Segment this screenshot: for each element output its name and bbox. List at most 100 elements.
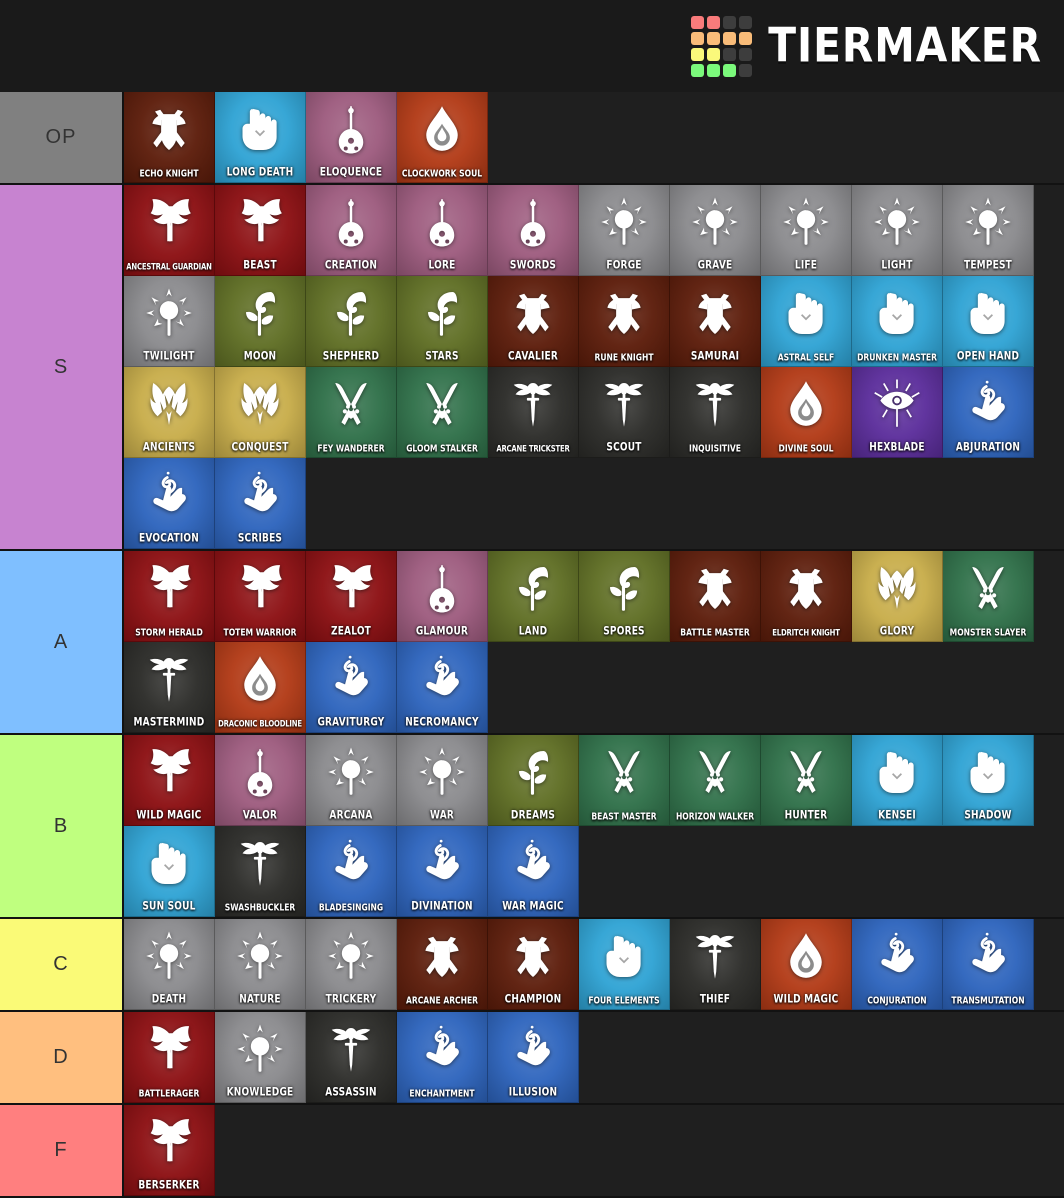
- tier-items-c[interactable]: Death Nature Trickery Arcane Archer Champion…: [124, 919, 1064, 1010]
- tier-label-op[interactable]: OP: [0, 92, 124, 183]
- tier-item-tile[interactable]: Beast Master: [579, 735, 670, 826]
- tier-items-d[interactable]: Battlerager Knowledge Assassin Enchantment I…: [124, 1012, 1064, 1103]
- tier-items-a[interactable]: Storm Herald Totem Warrior Zealot Glamour La…: [124, 551, 1064, 733]
- tier-item-tile[interactable]: Clockwork Soul: [397, 92, 488, 183]
- tier-item-tile[interactable]: Four Elements: [579, 919, 670, 1010]
- tier-label-s[interactable]: S: [0, 185, 124, 549]
- tier-item-tile[interactable]: Hexblade: [852, 367, 943, 458]
- tier-items-b[interactable]: Wild Magic Valor Arcana War Dreams Beast Mast…: [124, 735, 1064, 917]
- tier-item-tile[interactable]: Wild Magic: [761, 919, 852, 1010]
- tier-item-tile[interactable]: Echo Knight: [124, 92, 215, 183]
- tier-item-tile[interactable]: Tempest: [943, 185, 1034, 276]
- tier-item-tile[interactable]: Life: [761, 185, 852, 276]
- tier-item-tile[interactable]: Samurai: [670, 276, 761, 367]
- tier-item-tile[interactable]: Assassin: [306, 1012, 397, 1103]
- tile-caption: Battle Master: [680, 627, 750, 639]
- tier-items-f[interactable]: Berserker: [124, 1105, 1064, 1196]
- tier-label-a[interactable]: A: [0, 551, 124, 733]
- tier-item-tile[interactable]: Grave: [670, 185, 761, 276]
- tier-label-c[interactable]: C: [0, 919, 124, 1010]
- tier-item-tile[interactable]: Moon: [215, 276, 306, 367]
- tier-item-tile[interactable]: Trickery: [306, 919, 397, 1010]
- tier-item-tile[interactable]: Forge: [579, 185, 670, 276]
- tier-label-d[interactable]: D: [0, 1012, 124, 1103]
- tier-item-tile[interactable]: Gloom Stalker: [397, 367, 488, 458]
- tier-item-tile[interactable]: Battle Master: [670, 551, 761, 642]
- tier-item-tile[interactable]: Lore: [397, 185, 488, 276]
- tier-item-tile[interactable]: Graviturgy: [306, 642, 397, 733]
- tier-item-tile[interactable]: Necromancy: [397, 642, 488, 733]
- tier-item-tile[interactable]: Scribes: [215, 458, 306, 549]
- tier-item-tile[interactable]: Glory: [852, 551, 943, 642]
- paladin-helm-icon: [232, 376, 288, 448]
- tier-item-tile[interactable]: Horizon Walker: [670, 735, 761, 826]
- tier-item-tile[interactable]: Evocation: [124, 458, 215, 549]
- tier-item-tile[interactable]: Divination: [397, 826, 488, 917]
- tier-item-tile[interactable]: Conjuration: [852, 919, 943, 1010]
- tier-item-tile[interactable]: Nature: [215, 919, 306, 1010]
- tier-item-tile[interactable]: Champion: [488, 919, 579, 1010]
- tier-item-tile[interactable]: Berserker: [124, 1105, 215, 1196]
- tier-item-tile[interactable]: Monster Slayer: [943, 551, 1034, 642]
- tier-item-tile[interactable]: Cavalier: [488, 276, 579, 367]
- tier-item-tile[interactable]: Kensei: [852, 735, 943, 826]
- tier-items-s[interactable]: Ancestral Guardian Beast Creation Lore Sword…: [124, 185, 1064, 549]
- tier-item-tile[interactable]: Arcane Archer: [397, 919, 488, 1010]
- tier-item-tile[interactable]: Drunken Master: [852, 276, 943, 367]
- tier-label-f[interactable]: F: [0, 1105, 124, 1196]
- tier-item-tile[interactable]: Totem Warrior: [215, 551, 306, 642]
- tier-item-tile[interactable]: Knowledge: [215, 1012, 306, 1103]
- tier-item-tile[interactable]: Arcane Trickster: [488, 367, 579, 458]
- tier-item-tile[interactable]: Death: [124, 919, 215, 1010]
- tier-item-tile[interactable]: Conquest: [215, 367, 306, 458]
- tier-item-tile[interactable]: Scout: [579, 367, 670, 458]
- tier-item-tile[interactable]: Illusion: [488, 1012, 579, 1103]
- tier-label-b[interactable]: B: [0, 735, 124, 917]
- tier-item-tile[interactable]: Zealot: [306, 551, 397, 642]
- tier-item-tile[interactable]: Enchantment: [397, 1012, 488, 1103]
- tier-item-tile[interactable]: Storm Herald: [124, 551, 215, 642]
- tier-item-tile[interactable]: Twilight: [124, 276, 215, 367]
- tier-item-tile[interactable]: Valor: [215, 735, 306, 826]
- tier-item-tile[interactable]: Sun Soul: [124, 826, 215, 917]
- tier-item-tile[interactable]: Transmutation: [943, 919, 1034, 1010]
- tier-item-tile[interactable]: Arcana: [306, 735, 397, 826]
- tier-item-tile[interactable]: War: [397, 735, 488, 826]
- tier-item-tile[interactable]: Long Death: [215, 92, 306, 183]
- tier-item-tile[interactable]: Bladesinging: [306, 826, 397, 917]
- tier-item-tile[interactable]: Glamour: [397, 551, 488, 642]
- tier-item-tile[interactable]: Astral Self: [761, 276, 852, 367]
- tier-item-tile[interactable]: Fey Wanderer: [306, 367, 397, 458]
- tier-item-tile[interactable]: War Magic: [488, 826, 579, 917]
- tier-rows-container: OP Echo Knight Long Death Eloquence Clockwor…: [0, 92, 1064, 1198]
- tier-item-tile[interactable]: Draconic Bloodline: [215, 642, 306, 733]
- tier-item-tile[interactable]: Abjuration: [943, 367, 1034, 458]
- tier-item-tile[interactable]: Light: [852, 185, 943, 276]
- tier-item-tile[interactable]: Inquisitive: [670, 367, 761, 458]
- tier-item-tile[interactable]: Open Hand: [943, 276, 1034, 367]
- tiermaker-brand[interactable]: TIERMAKER: [690, 0, 1046, 92]
- tier-item-tile[interactable]: Swords: [488, 185, 579, 276]
- tier-item-tile[interactable]: Battlerager: [124, 1012, 215, 1103]
- tier-item-tile[interactable]: Shepherd: [306, 276, 397, 367]
- tier-item-tile[interactable]: Divine Soul: [761, 367, 852, 458]
- tier-item-tile[interactable]: Eloquence: [306, 92, 397, 183]
- tier-item-tile[interactable]: Dreams: [488, 735, 579, 826]
- tier-item-tile[interactable]: Thief: [670, 919, 761, 1010]
- tier-item-tile[interactable]: Hunter: [761, 735, 852, 826]
- tier-items-op[interactable]: Echo Knight Long Death Eloquence Clockwork …: [124, 92, 1064, 183]
- tier-item-tile[interactable]: Ancients: [124, 367, 215, 458]
- tier-item-tile[interactable]: Ancestral Guardian: [124, 185, 215, 276]
- tier-item-tile[interactable]: Rune Knight: [579, 276, 670, 367]
- tier-item-tile[interactable]: Creation: [306, 185, 397, 276]
- tier-item-tile[interactable]: Shadow: [943, 735, 1034, 826]
- tier-item-tile[interactable]: Mastermind: [124, 642, 215, 733]
- tier-item-tile[interactable]: Wild Magic: [124, 735, 215, 826]
- tier-item-tile[interactable]: Eldritch Knight: [761, 551, 852, 642]
- tier-item-tile[interactable]: Beast: [215, 185, 306, 276]
- tier-item-tile[interactable]: Stars: [397, 276, 488, 367]
- tier-item-tile[interactable]: Spores: [579, 551, 670, 642]
- tier-item-tile[interactable]: Land: [488, 551, 579, 642]
- tile-caption: Valor: [242, 809, 278, 823]
- tier-item-tile[interactable]: Swashbuckler: [215, 826, 306, 917]
